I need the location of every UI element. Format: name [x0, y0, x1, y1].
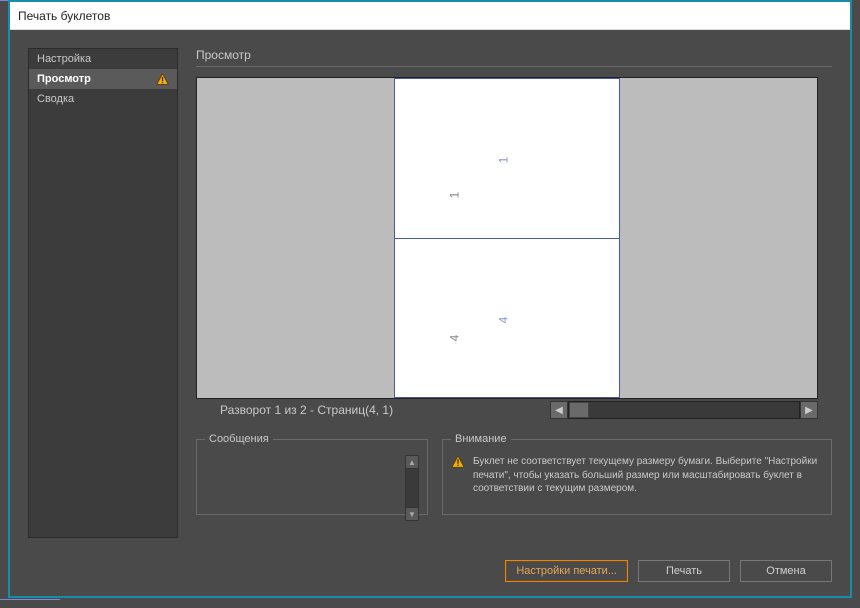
triangle-down-icon: ▼	[408, 510, 416, 519]
sidebar-item-setup[interactable]: Настройка	[29, 49, 177, 69]
page-number-gray: 1	[451, 188, 458, 202]
page-number-gray: 4	[451, 331, 458, 345]
pager-controls: ◀ ▶	[550, 401, 818, 419]
sidebar-item-summary[interactable]: Сводка	[29, 89, 177, 109]
sidebar-item-preview[interactable]: Просмотр	[29, 69, 177, 89]
print-button[interactable]: Печать	[638, 560, 730, 582]
messages-fieldset: Сообщения ▲ ▼	[196, 433, 428, 515]
scroll-track[interactable]	[405, 469, 419, 507]
spread-page-top: 1 1	[395, 79, 619, 239]
spread-page-bottom: 4 4	[395, 239, 619, 398]
cancel-button[interactable]: Отмена	[740, 560, 832, 582]
divider	[196, 66, 832, 67]
messages-list: ▲ ▼	[205, 455, 419, 521]
warning-text: Буклет не соответствует текущему размеру…	[473, 455, 823, 496]
triangle-left-icon: ◀	[555, 405, 563, 416]
preview-viewport: 1 1 4 4	[196, 77, 818, 399]
pager-thumb[interactable]	[569, 402, 589, 418]
footer-buttons: Настройки печати... Печать Отмена	[505, 560, 832, 582]
pager-prev-button[interactable]: ◀	[550, 401, 568, 419]
sidebar-item-label: Настройка	[37, 53, 91, 65]
page-number-blue: 4	[500, 313, 507, 327]
triangle-right-icon: ▶	[805, 405, 813, 416]
window-title: Печать буклетов	[18, 9, 110, 23]
scroll-up-button[interactable]: ▲	[405, 455, 419, 469]
page-number-blue: 1	[500, 153, 507, 167]
warning-icon	[451, 455, 465, 469]
messages-legend: Сообщения	[205, 433, 273, 445]
messages-scrollbar[interactable]: ▲ ▼	[405, 455, 419, 521]
sidebar-item-label: Сводка	[37, 93, 74, 105]
warning-legend: Внимание	[451, 433, 511, 445]
titlebar: Печать буклетов	[10, 2, 850, 30]
pager-next-button[interactable]: ▶	[800, 401, 818, 419]
pager-label: Разворот 1 из 2 - Страниц(4, 1)	[220, 403, 393, 417]
dialog-body: Настройка Просмотр Сводка Просмотр	[10, 30, 850, 596]
section-title-preview: Просмотр	[196, 48, 832, 62]
triangle-up-icon: ▲	[408, 458, 416, 467]
sidebar: Настройка Просмотр Сводка	[28, 48, 178, 538]
scroll-down-button[interactable]: ▼	[405, 507, 419, 521]
pager-row: Разворот 1 из 2 - Страниц(4, 1) ◀ ▶	[196, 401, 818, 419]
spread: 1 1 4 4	[394, 78, 620, 398]
warning-icon	[156, 73, 169, 86]
dialog-window: Печать буклетов Настройка Просмотр Сводк…	[8, 0, 852, 598]
sidebar-item-label: Просмотр	[37, 73, 91, 85]
pager-track[interactable]	[568, 401, 800, 419]
warning-fieldset: Внимание Буклет не соответствует текущем…	[442, 433, 832, 515]
main-panel: Просмотр 1 1 4 4 Разво	[196, 48, 832, 538]
print-settings-button[interactable]: Настройки печати...	[505, 560, 628, 582]
